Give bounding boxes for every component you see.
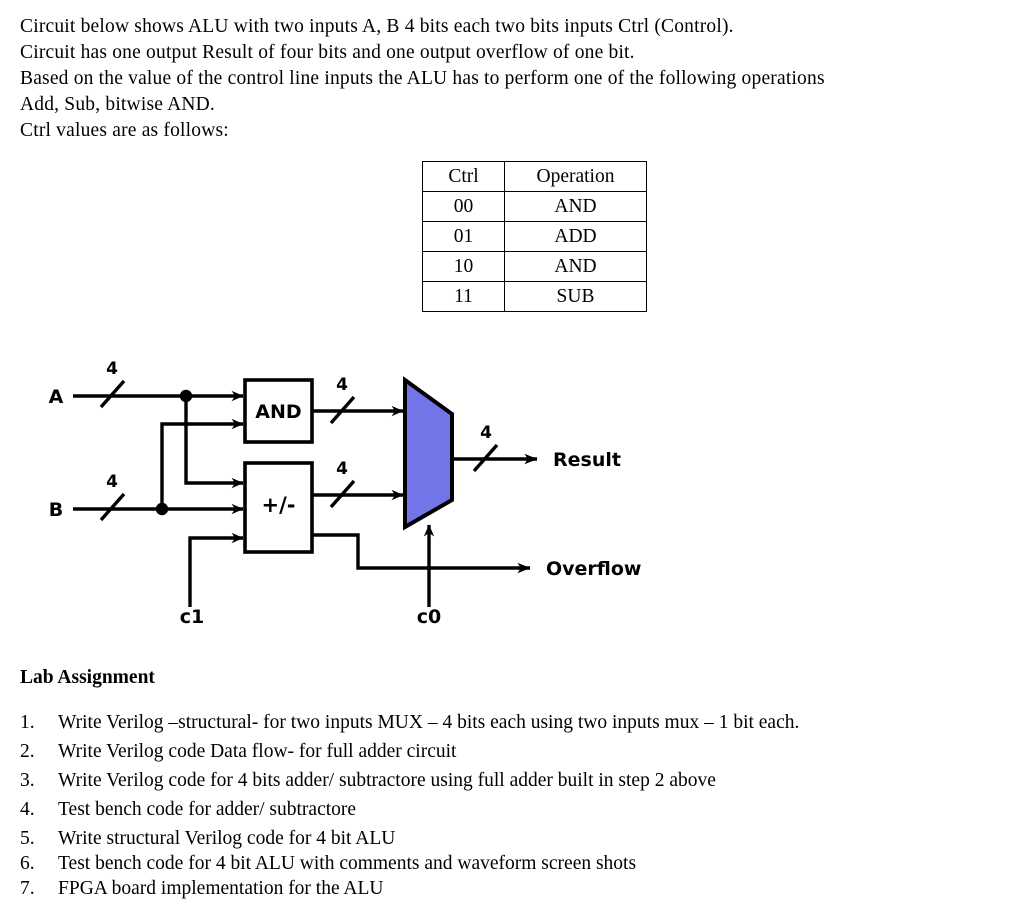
table-header-row: Ctrl Operation	[422, 161, 647, 192]
label-overflow-output: Overflow	[546, 558, 641, 580]
list-item-number: 6.	[20, 853, 35, 874]
intro-line-2: Circuit has one output Result of four bi…	[20, 42, 635, 63]
column-header-ctrl: Ctrl	[422, 161, 505, 192]
cell-ctrl: 11	[422, 281, 505, 312]
wire-overflow-route	[312, 533, 531, 574]
list-item-number: 7.	[20, 878, 35, 899]
intro-line-4: Add, Sub, bitwise AND.	[20, 94, 215, 115]
intro-line-1: Circuit below shows ALU with two inputs …	[20, 16, 734, 37]
table-row: 01 ADD	[422, 221, 647, 252]
and-gate-label: AND	[255, 401, 301, 423]
cell-operation: AND	[504, 251, 647, 282]
label-b-input: B	[49, 499, 63, 521]
column-header-operation: Operation	[504, 161, 647, 192]
wire-b-to-and	[160, 418, 244, 509]
intro-line-3: Based on the value of the control line i…	[20, 68, 825, 89]
label-bus-width-b: 4	[106, 472, 118, 492]
label-bus-width-addsub-out: 4	[336, 459, 348, 479]
intro-paragraph: Circuit below shows ALU with two inputs …	[20, 14, 1010, 144]
wire-c1-to-addsub	[188, 532, 244, 607]
list-item: 2. Write Verilog code Data flow- for full…	[20, 739, 1000, 764]
cell-ctrl: 01	[422, 221, 505, 252]
list-item: 6. Test bench code for 4 bit ALU with com…	[20, 851, 1000, 876]
list-item-number: 4.	[20, 799, 35, 820]
cell-operation: AND	[504, 191, 647, 222]
list-item: 4. Test bench code for adder/ subtractore	[20, 797, 1000, 822]
label-c0-input: c0	[417, 606, 441, 628]
label-bus-width-result: 4	[480, 423, 492, 443]
list-item-number: 2.	[20, 741, 35, 762]
mux-block	[403, 376, 454, 531]
list-item-text: Test bench code for 4 bit ALU with comme…	[58, 853, 637, 874]
bus-slash-a	[99, 379, 126, 409]
list-item: 1. Write Verilog –structural- for two inp…	[20, 710, 1000, 735]
intro-line-5: Ctrl values are as follows:	[20, 120, 229, 141]
lab-assignment-heading: Lab Assignment	[20, 667, 155, 688]
label-bus-width-and-out: 4	[336, 375, 348, 395]
list-item-text: FPGA board implementation for the ALU	[58, 878, 384, 899]
table-row: 11 SUB	[422, 281, 647, 312]
list-item-text: Write Verilog code Data flow- for full a…	[58, 741, 457, 762]
list-item-number: 3.	[20, 770, 35, 791]
table-row: 10 AND	[422, 251, 647, 282]
alu-circuit-diagram: A 4 B 4 AND 4 +/- c1 4 c0 4 Result Overf…	[0, 355, 720, 645]
cell-ctrl: 00	[422, 191, 505, 222]
wire-a-to-addsub	[184, 396, 244, 489]
list-item-number: 5.	[20, 828, 35, 849]
list-item: 3. Write Verilog code for 4 bits adder/ s…	[20, 768, 1000, 793]
list-item: 7. FPGA board implementation for the ALU	[20, 876, 1000, 901]
label-bus-width-a: 4	[106, 359, 118, 379]
cell-ctrl: 10	[422, 251, 505, 282]
label-c1-input: c1	[180, 606, 204, 628]
list-item: 5. Write structural Verilog code for 4 bi…	[20, 826, 1000, 851]
list-item-number: 1.	[20, 712, 35, 733]
ctrl-operation-table: Ctrl Operation 00 AND 01 ADD 10 AND 11 S…	[422, 161, 647, 312]
adder-subtractor-label: +/-	[262, 493, 296, 517]
lab-task-list: 1. Write Verilog –structural- for two inp…	[20, 710, 1000, 901]
list-item-text: Write structural Verilog code for 4 bit …	[58, 828, 396, 849]
cell-operation: ADD	[504, 221, 647, 252]
table-row: 00 AND	[422, 191, 647, 222]
list-item-text: Write Verilog code for 4 bits adder/ sub…	[58, 770, 716, 791]
label-a-input: A	[49, 386, 64, 408]
list-item-text: Test bench code for adder/ subtractore	[58, 799, 357, 820]
bus-slash-b	[99, 492, 126, 522]
label-result-output: Result	[553, 449, 621, 471]
cell-operation: SUB	[504, 281, 647, 312]
list-item-text: Write Verilog –structural- for two input…	[58, 712, 800, 733]
